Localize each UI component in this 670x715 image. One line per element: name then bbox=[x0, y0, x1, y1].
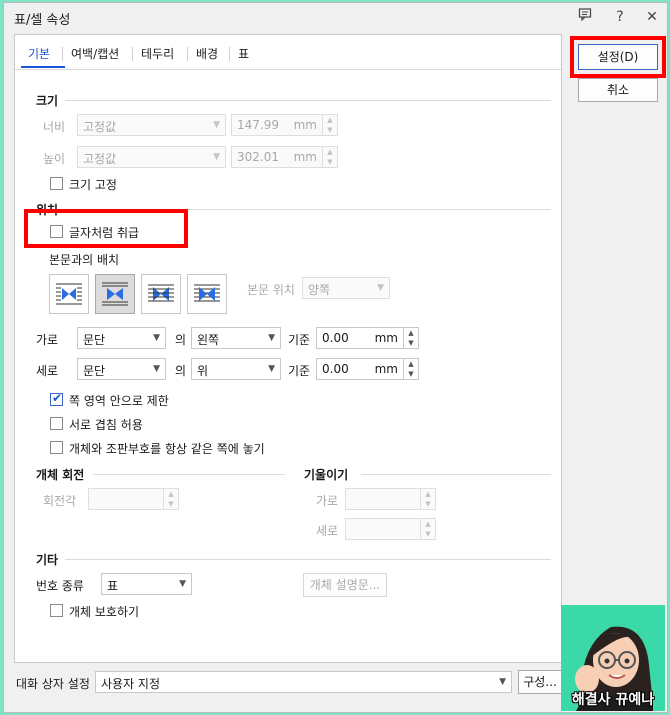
section-divider bbox=[93, 474, 285, 475]
avatar: 해결사 뀨예나 bbox=[561, 605, 665, 711]
section-divider bbox=[65, 100, 551, 101]
chevron-down-icon: ▼ bbox=[268, 364, 275, 374]
skew-horizontal-label: 가로 bbox=[316, 494, 339, 508]
vertical-of-label: 의 bbox=[175, 364, 187, 378]
height-mode-select: 고정값 ▼ bbox=[77, 146, 226, 168]
horizontal-align-select[interactable]: 왼쪽 ▼ bbox=[191, 327, 281, 349]
tab-separator bbox=[229, 47, 230, 61]
number-type-label: 번호 종류 bbox=[36, 579, 84, 593]
allow-overlap-checkbox[interactable] bbox=[50, 417, 63, 430]
wrap-square-button[interactable] bbox=[49, 274, 89, 314]
active-tab-indicator bbox=[21, 66, 65, 68]
chevron-down-icon: ▼ bbox=[153, 364, 160, 374]
text-layout-label: 본문과의 배치 bbox=[49, 253, 120, 267]
vertical-basis-label: 기준 bbox=[288, 364, 311, 378]
tab-basic[interactable]: 기본 bbox=[28, 45, 50, 62]
tab-margin-caption[interactable]: 여백/캡션 bbox=[71, 45, 119, 62]
checkmark-icon: ✔ bbox=[52, 391, 63, 405]
width-spinner: ▲ ▼ bbox=[322, 114, 338, 136]
number-type-select[interactable]: 표 ▼ bbox=[101, 573, 192, 595]
wrap-in-front-button[interactable] bbox=[187, 274, 227, 314]
dialog-settings-select[interactable]: 사용자 지정 ▼ bbox=[95, 671, 512, 693]
skew-vertical-input bbox=[345, 518, 421, 540]
dialog-settings-label: 대화 상자 설정 bbox=[16, 677, 90, 691]
dialog-title: 표/셀 속성 bbox=[14, 13, 71, 28]
chevron-down-icon: ▼ bbox=[268, 333, 275, 343]
horizontal-of-label: 의 bbox=[175, 333, 187, 347]
fix-size-checkbox[interactable] bbox=[50, 177, 63, 190]
width-mode-select: 고정값 ▼ bbox=[77, 114, 226, 136]
keep-anchor-checkbox[interactable] bbox=[50, 441, 63, 454]
skew-horizontal-spinner: ▲ ▼ bbox=[420, 488, 436, 510]
protect-object-label: 개체 보호하기 bbox=[69, 605, 140, 619]
horizontal-label: 가로 bbox=[36, 333, 59, 347]
horizontal-reference-select[interactable]: 문단 ▼ bbox=[77, 327, 166, 349]
chevron-down-icon: ▼ bbox=[153, 333, 160, 343]
chevron-down-icon: ▼ bbox=[213, 152, 220, 162]
chevron-down-icon: ▼ bbox=[499, 677, 506, 687]
wrap-top-bottom-button[interactable] bbox=[95, 274, 135, 314]
section-divider bbox=[65, 559, 551, 560]
limit-to-page-label: 쪽 영역 안으로 제한 bbox=[69, 394, 169, 408]
vertical-offset-spinner[interactable]: ▲ ▼ bbox=[403, 358, 419, 380]
highlight-box-ok-button bbox=[570, 36, 666, 78]
rotation-section-title: 개체 회전 bbox=[36, 468, 85, 482]
rotation-angle-spinner: ▲ ▼ bbox=[163, 488, 179, 510]
wrap-behind-text-button[interactable] bbox=[141, 274, 181, 314]
height-spinner: ▲ ▼ bbox=[322, 146, 338, 168]
avatar-caption: 해결사 뀨예나 bbox=[571, 692, 655, 708]
vertical-align-select[interactable]: 위 ▼ bbox=[191, 358, 281, 380]
configure-button[interactable]: 구성... bbox=[518, 670, 562, 694]
title-bar: 표/셀 속성 ? ✕ bbox=[4, 3, 667, 31]
highlight-box-treat-as-char bbox=[24, 209, 188, 248]
text-position-label: 본문 위치 bbox=[247, 283, 295, 297]
text-position-select: 양쪽 ▼ bbox=[302, 277, 390, 299]
fix-size-label: 크기 고정 bbox=[69, 178, 117, 192]
height-value-input: 302.01 mm bbox=[231, 146, 323, 168]
skew-section-title: 기울이기 bbox=[304, 468, 349, 482]
vertical-offset-input[interactable]: 0.00 mm bbox=[316, 358, 404, 380]
height-label: 높이 bbox=[43, 152, 66, 166]
width-label: 너비 bbox=[43, 120, 66, 134]
section-divider bbox=[361, 474, 551, 475]
cancel-button[interactable]: 취소 bbox=[578, 78, 658, 102]
help-icon[interactable]: ? bbox=[610, 7, 630, 27]
comment-icon[interactable] bbox=[575, 7, 595, 27]
close-icon[interactable]: ✕ bbox=[642, 7, 662, 27]
tab-background[interactable]: 배경 bbox=[196, 45, 218, 62]
keep-anchor-label: 개체와 조판부호를 항상 같은 쪽에 놓기 bbox=[69, 442, 265, 456]
horizontal-offset-input[interactable]: 0.00 mm bbox=[316, 327, 404, 349]
tab-separator bbox=[187, 47, 188, 61]
tab-divider bbox=[15, 69, 561, 70]
properties-panel: 기본 여백/캡션 테두리 배경 표 크기 너비 고정값 ▼ 147.99 mm ▲ ▼… bbox=[14, 34, 562, 663]
chevron-down-icon: ▼ bbox=[377, 283, 384, 293]
size-section-title: 크기 bbox=[36, 94, 59, 108]
tab-separator bbox=[132, 47, 133, 61]
chevron-down-icon: ▼ bbox=[213, 120, 220, 130]
chevron-down-icon: ▼ bbox=[179, 579, 186, 589]
allow-overlap-label: 서로 겹침 허용 bbox=[69, 418, 143, 432]
skew-horizontal-input bbox=[345, 488, 421, 510]
protect-object-checkbox[interactable] bbox=[50, 604, 63, 617]
rotation-angle-label: 회전각 bbox=[43, 494, 77, 508]
tab-bar: 기본 여백/캡션 테두리 배경 표 bbox=[15, 35, 561, 69]
skew-vertical-spinner: ▲ ▼ bbox=[420, 518, 436, 540]
width-value-input: 147.99 mm bbox=[231, 114, 323, 136]
horizontal-offset-spinner[interactable]: ▲ ▼ bbox=[403, 327, 419, 349]
object-description-button: 개체 설명문... bbox=[303, 573, 387, 597]
tab-separator bbox=[62, 47, 63, 61]
limit-to-page-checkbox[interactable]: ✔ bbox=[50, 391, 63, 406]
horizontal-basis-label: 기준 bbox=[288, 333, 311, 347]
rotation-angle-input bbox=[88, 488, 164, 510]
tab-table[interactable]: 표 bbox=[238, 45, 249, 62]
vertical-reference-select[interactable]: 문단 ▼ bbox=[77, 358, 166, 380]
skew-vertical-label: 세로 bbox=[316, 524, 339, 538]
tab-border[interactable]: 테두리 bbox=[141, 45, 174, 62]
vertical-label: 세로 bbox=[36, 364, 59, 378]
other-section-title: 기타 bbox=[36, 553, 59, 567]
